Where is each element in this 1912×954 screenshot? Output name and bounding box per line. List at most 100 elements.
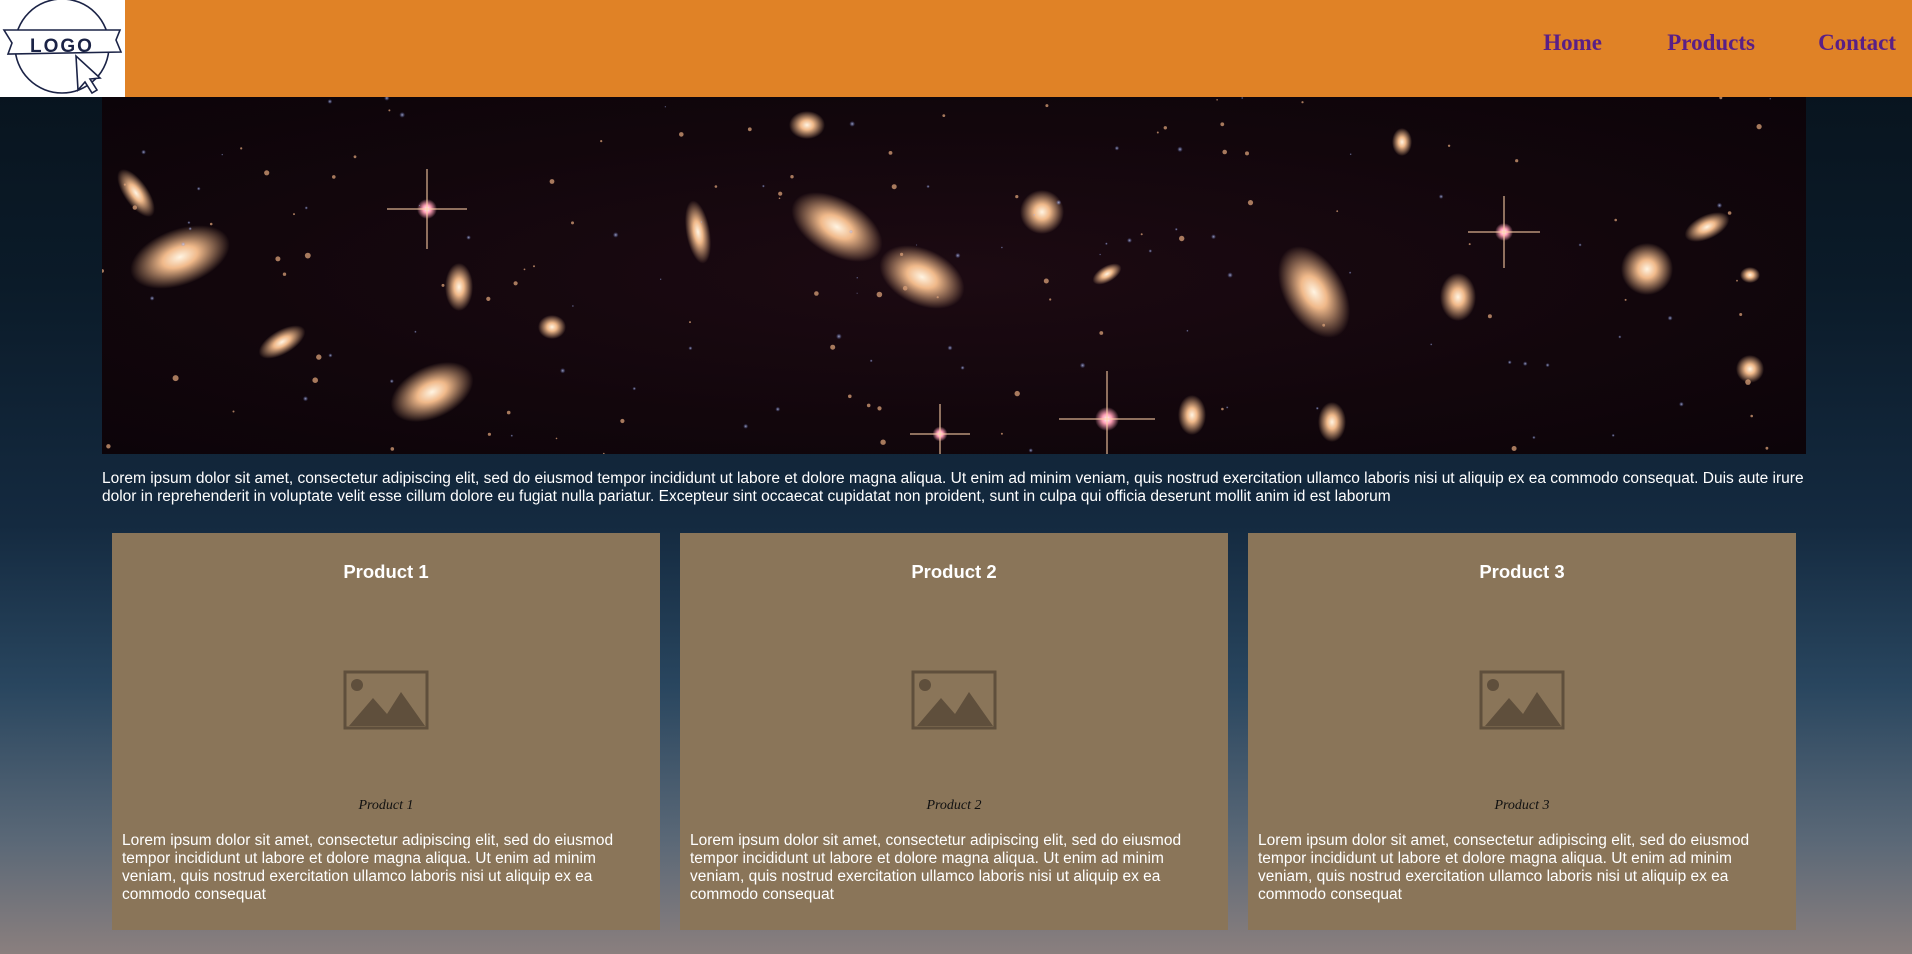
background-star [664, 105, 667, 108]
background-star [936, 296, 939, 299]
background-star [1756, 124, 1762, 130]
site-logo[interactable]: LOGO [0, 0, 125, 97]
background-star [1222, 149, 1227, 155]
background-star [1179, 235, 1185, 242]
background-star [304, 206, 308, 210]
product-description: Lorem ipsum dolor sit amet, consectetur … [690, 832, 1182, 903]
background-star [487, 432, 491, 436]
background-star [1014, 390, 1020, 397]
background-star [1186, 329, 1189, 332]
background-star [106, 444, 111, 449]
background-star [1216, 99, 1218, 101]
background-star [888, 151, 893, 155]
galaxy-blob [1740, 267, 1760, 283]
background-star [1315, 406, 1319, 410]
background-star [293, 213, 295, 216]
background-star [149, 295, 155, 301]
background-star [849, 229, 853, 234]
background-star [856, 276, 859, 279]
background-star [1045, 104, 1049, 108]
product-title: Product 3 [1479, 561, 1565, 582]
background-star [1349, 153, 1352, 156]
background-star [1099, 331, 1104, 335]
galaxy-blob [879, 245, 965, 309]
background-star [275, 256, 281, 262]
background-star [1163, 126, 1168, 130]
background-star [399, 112, 406, 118]
product-card-3[interactable]: Product 3 Product 3 Lorem ipsum dolor si… [1248, 533, 1796, 930]
background-star [221, 153, 224, 156]
background-star [700, 221, 703, 223]
background-star [1750, 414, 1753, 418]
background-star [264, 170, 270, 176]
product-caption: Product 2 [926, 798, 982, 813]
background-star [926, 184, 930, 189]
background-star [659, 278, 662, 281]
background-star [1000, 432, 1003, 435]
background-star [747, 127, 752, 132]
galaxy-field-image [102, 97, 1772, 454]
hero-banner [102, 97, 1806, 454]
background-star [1618, 335, 1622, 339]
galaxy-blob [445, 263, 473, 311]
background-star [1174, 227, 1178, 231]
galaxy-blob [1178, 395, 1206, 435]
background-star [418, 204, 421, 207]
galaxy-blob [1440, 273, 1476, 321]
background-star [1667, 315, 1673, 321]
background-star [466, 235, 471, 240]
background-star [560, 368, 566, 374]
background-star [240, 147, 243, 150]
background-star [332, 175, 336, 179]
background-star [1522, 361, 1528, 367]
background-star [679, 132, 684, 137]
background-star [620, 418, 625, 424]
galaxy-blob [130, 225, 230, 289]
background-star [316, 354, 322, 360]
background-star [506, 410, 511, 415]
background-star [1769, 97, 1772, 100]
background-star [778, 197, 781, 200]
galaxy-blob [390, 361, 474, 423]
background-star [304, 252, 311, 259]
galaxy-blob [1736, 355, 1764, 383]
logo-text: LOGO [30, 36, 94, 57]
logo-badge-icon: LOGO [2, 0, 123, 95]
nav-contact-link[interactable]: Contact [1818, 30, 1896, 56]
background-star [1028, 448, 1033, 453]
galaxy-blob [1020, 190, 1064, 234]
background-star [187, 221, 191, 225]
background-star [714, 185, 718, 188]
background-star [414, 330, 417, 334]
background-star [1015, 195, 1019, 199]
background-star [603, 452, 605, 454]
product-description: Lorem ipsum dolor sit amet, consectetur … [122, 832, 614, 903]
background-star [915, 244, 918, 246]
nav-home-link[interactable]: Home [1543, 30, 1602, 56]
product-card-2[interactable]: Product 2 Product 2 Lorem ipsum dolor si… [680, 533, 1228, 930]
product-card-1[interactable]: Product 1 Product 1 Lorem ipsum dolor si… [112, 533, 660, 930]
background-star [1745, 379, 1751, 385]
background-star [778, 191, 783, 196]
galaxy-blob [789, 111, 825, 139]
background-star [1301, 101, 1304, 104]
background-star [302, 396, 309, 402]
background-star [328, 353, 333, 358]
background-star [836, 333, 842, 340]
galaxy-blob [117, 169, 155, 217]
background-star [1468, 243, 1471, 246]
nav-products-link[interactable]: Products [1667, 30, 1755, 56]
background-star [1049, 298, 1052, 301]
background-star [1532, 435, 1536, 440]
background-star [1056, 199, 1062, 206]
background-star [523, 268, 526, 271]
image-placeholder-icon [911, 670, 997, 730]
background-star [1225, 406, 1229, 409]
background-star [1227, 272, 1233, 278]
background-star [688, 346, 693, 351]
background-star [876, 291, 883, 298]
background-star [1177, 146, 1183, 153]
intro-paragraph: Lorem ipsum dolor sit amet, consectetur … [102, 470, 1804, 505]
background-star [1765, 446, 1769, 450]
background-star [1211, 234, 1216, 240]
